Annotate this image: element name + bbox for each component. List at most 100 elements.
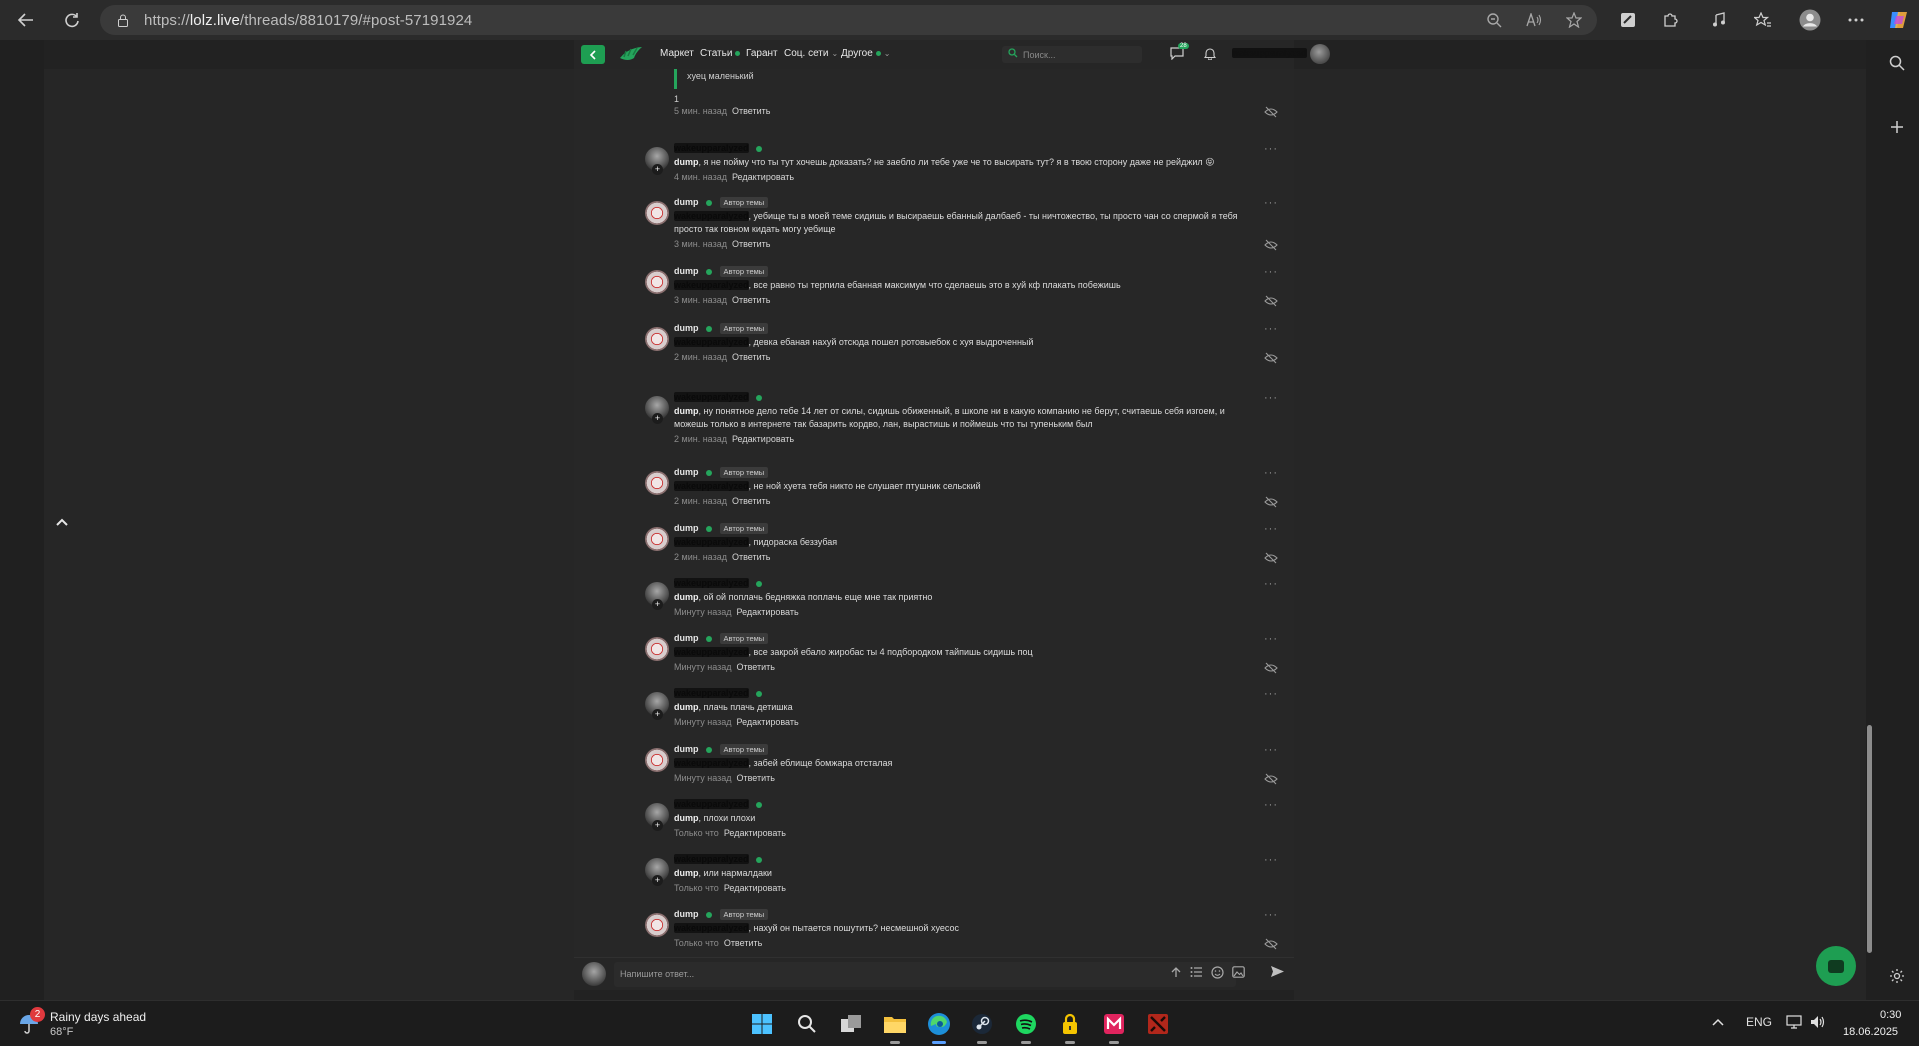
- comment-author[interactable]: wakeupparalyzed: [674, 854, 749, 864]
- vpn-lock-icon[interactable]: [1055, 1009, 1085, 1044]
- extensions-puzzle-icon[interactable]: [1656, 6, 1684, 34]
- send-icon[interactable]: [1270, 965, 1285, 981]
- nav-other[interactable]: Другое ⌄: [841, 48, 890, 59]
- hide-icon[interactable]: [1264, 552, 1278, 564]
- comment-author[interactable]: dump: [674, 266, 699, 276]
- hide-icon[interactable]: [1264, 239, 1278, 251]
- copilot-icon[interactable]: [1885, 6, 1913, 34]
- comment-action-link[interactable]: Ответить: [724, 938, 762, 948]
- more-options-icon[interactable]: ···: [1264, 744, 1278, 756]
- extension-box-icon[interactable]: [1614, 6, 1642, 34]
- comment-author[interactable]: wakeupparalyzed: [674, 143, 749, 153]
- mention-name[interactable]: wakeupparalyzed: [674, 647, 749, 657]
- more-options-icon[interactable]: ···: [1264, 633, 1278, 645]
- comment-action-link[interactable]: Редактировать: [732, 172, 794, 182]
- upload-icon[interactable]: [1170, 966, 1182, 981]
- mention-name[interactable]: dump: [674, 813, 699, 823]
- mention-name[interactable]: wakeupparalyzed: [674, 280, 749, 290]
- plus-icon[interactable]: +: [652, 599, 663, 610]
- comment-action-link[interactable]: Ответить: [732, 352, 770, 362]
- hide-icon[interactable]: [1264, 106, 1278, 118]
- more-options-icon[interactable]: ···: [1264, 799, 1278, 811]
- avatar[interactable]: +: [645, 582, 669, 610]
- comment-author[interactable]: dump: [674, 909, 699, 919]
- hide-icon[interactable]: [1264, 496, 1278, 508]
- url-text[interactable]: https://lolz.live/threads/8810179/#post-…: [144, 12, 472, 29]
- scroll-to-top-icon[interactable]: [56, 510, 68, 531]
- mention-name[interactable]: dump: [674, 868, 699, 878]
- avatar[interactable]: +: [645, 858, 669, 886]
- volume-icon[interactable]: [1810, 1015, 1826, 1032]
- network-icon[interactable]: [1786, 1015, 1802, 1032]
- mention-name[interactable]: dump: [674, 406, 699, 416]
- edge-browser-icon[interactable]: [924, 1009, 954, 1044]
- comment-action-link[interactable]: Редактировать: [732, 434, 794, 444]
- sidebar-add-icon[interactable]: [1886, 116, 1908, 138]
- plus-icon[interactable]: +: [652, 820, 663, 831]
- site-search-input[interactable]: Поиск...: [1002, 46, 1142, 63]
- spotify-icon[interactable]: [1011, 1009, 1041, 1044]
- hide-icon[interactable]: [1264, 352, 1278, 364]
- more-options-icon[interactable]: ···: [1264, 467, 1278, 479]
- steam-icon[interactable]: [967, 1009, 997, 1044]
- avatar[interactable]: [645, 748, 669, 772]
- comment-action-link[interactable]: Редактировать: [736, 717, 798, 727]
- refresh-icon[interactable]: [58, 6, 86, 34]
- more-options-icon[interactable]: ···: [1264, 909, 1278, 921]
- favorites-icon[interactable]: [1749, 6, 1777, 34]
- weather-title[interactable]: Rainy days ahead: [50, 1010, 146, 1024]
- zoom-icon[interactable]: [1485, 11, 1503, 29]
- list-format-icon[interactable]: [1190, 966, 1203, 981]
- hide-icon[interactable]: [1264, 662, 1278, 674]
- scrollbar-thumb[interactable]: [1867, 725, 1872, 953]
- chat-button[interactable]: [1816, 946, 1856, 986]
- avatar[interactable]: +: [645, 147, 669, 175]
- avatar[interactable]: +: [645, 692, 669, 720]
- comment-author[interactable]: dump: [674, 523, 699, 533]
- hide-icon[interactable]: [1264, 773, 1278, 785]
- plus-icon[interactable]: +: [652, 875, 663, 886]
- avatar[interactable]: [645, 327, 669, 351]
- dota-icon[interactable]: [1143, 1009, 1173, 1039]
- mention-name[interactable]: dump: [674, 592, 699, 602]
- comment-author[interactable]: wakeupparalyzed: [674, 688, 749, 698]
- avatar[interactable]: [645, 201, 669, 225]
- comment-author[interactable]: wakeupparalyzed: [674, 392, 749, 402]
- nav-avatar[interactable]: [1310, 44, 1330, 64]
- hide-icon[interactable]: [1264, 295, 1278, 307]
- clock-date[interactable]: 18.06.2025: [1843, 1026, 1898, 1038]
- comment-action-link[interactable]: Редактировать: [724, 883, 786, 893]
- reply-input[interactable]: Напишите ответ...: [614, 962, 1236, 987]
- bell-icon[interactable]: [1203, 47, 1217, 63]
- comment-action-link[interactable]: Редактировать: [724, 828, 786, 838]
- site-logo-icon[interactable]: [618, 44, 644, 64]
- address-bar[interactable]: https://lolz.live/threads/8810179/#post-…: [100, 5, 1597, 35]
- mention-name[interactable]: wakeupparalyzed: [674, 481, 749, 491]
- comment-author[interactable]: dump: [674, 467, 699, 477]
- more-options-icon[interactable]: ···: [1264, 392, 1278, 404]
- back-icon[interactable]: [12, 6, 40, 34]
- nav-back-button[interactable]: [581, 45, 605, 64]
- plus-icon[interactable]: +: [652, 413, 663, 424]
- avatar[interactable]: [645, 527, 669, 551]
- mention-name[interactable]: wakeupparalyzed: [674, 337, 749, 347]
- more-options-icon[interactable]: ···: [1264, 197, 1278, 209]
- comment-author[interactable]: dump: [674, 323, 699, 333]
- comment-action-link[interactable]: Ответить: [732, 295, 770, 305]
- clock-time[interactable]: 0:30: [1880, 1009, 1901, 1021]
- app-m-icon[interactable]: [1099, 1009, 1129, 1044]
- mention-name[interactable]: dump: [674, 702, 699, 712]
- avatar[interactable]: [645, 270, 669, 294]
- comment-author[interactable]: wakeupparalyzed: [674, 578, 749, 588]
- file-explorer-icon[interactable]: [880, 1009, 910, 1044]
- nav-articles[interactable]: Статьи: [700, 48, 741, 59]
- comment-author[interactable]: dump: [674, 744, 699, 754]
- page-scrollbar[interactable]: [1866, 40, 1874, 1000]
- task-view-icon[interactable]: [836, 1009, 866, 1039]
- more-options-icon[interactable]: ···: [1264, 688, 1278, 700]
- nav-social[interactable]: Соц. сети ⌄: [784, 48, 838, 59]
- comment-action-link[interactable]: Ответить: [732, 239, 770, 249]
- tray-expand-icon[interactable]: [1712, 1015, 1724, 1029]
- more-options-icon[interactable]: ···: [1264, 143, 1278, 155]
- profile-avatar-icon[interactable]: [1796, 6, 1824, 34]
